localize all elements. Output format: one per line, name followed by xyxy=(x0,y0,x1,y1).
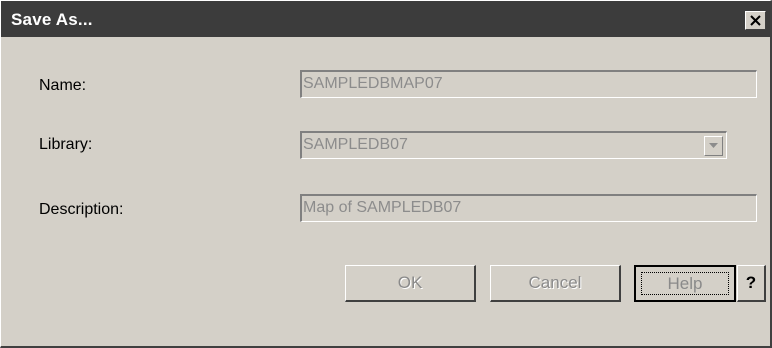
close-button[interactable] xyxy=(745,11,766,30)
title-bar[interactable]: Save As... xyxy=(1,1,770,37)
close-icon xyxy=(750,15,761,26)
description-label: Description: xyxy=(39,201,124,218)
description-field[interactable]: Map of SAMPLEDB07 xyxy=(300,194,757,222)
ok-button[interactable]: OK xyxy=(345,265,476,302)
library-label: Library: xyxy=(39,136,93,153)
library-dropdown-button[interactable] xyxy=(704,136,723,156)
context-help-button[interactable]: ? xyxy=(737,265,766,302)
name-label: Name: xyxy=(39,77,87,94)
cancel-button-label: Cancel xyxy=(528,273,582,292)
question-icon: ? xyxy=(745,273,757,292)
library-dropdown[interactable]: SAMPLEDB07 xyxy=(300,131,727,159)
chevron-down-icon xyxy=(709,143,718,148)
help-button[interactable]: Help xyxy=(634,265,736,302)
library-dropdown-value: SAMPLEDB07 xyxy=(303,136,408,153)
dialog-title: Save As... xyxy=(11,10,93,29)
cancel-button[interactable]: Cancel xyxy=(490,265,621,302)
name-field[interactable]: SAMPLEDBMAP07 xyxy=(300,70,757,98)
help-button-label: Help xyxy=(667,274,703,293)
ok-button-label: OK xyxy=(397,273,423,292)
save-as-dialog: Save As... Name: SAMPLEDBMAP07 Library: … xyxy=(0,0,772,348)
